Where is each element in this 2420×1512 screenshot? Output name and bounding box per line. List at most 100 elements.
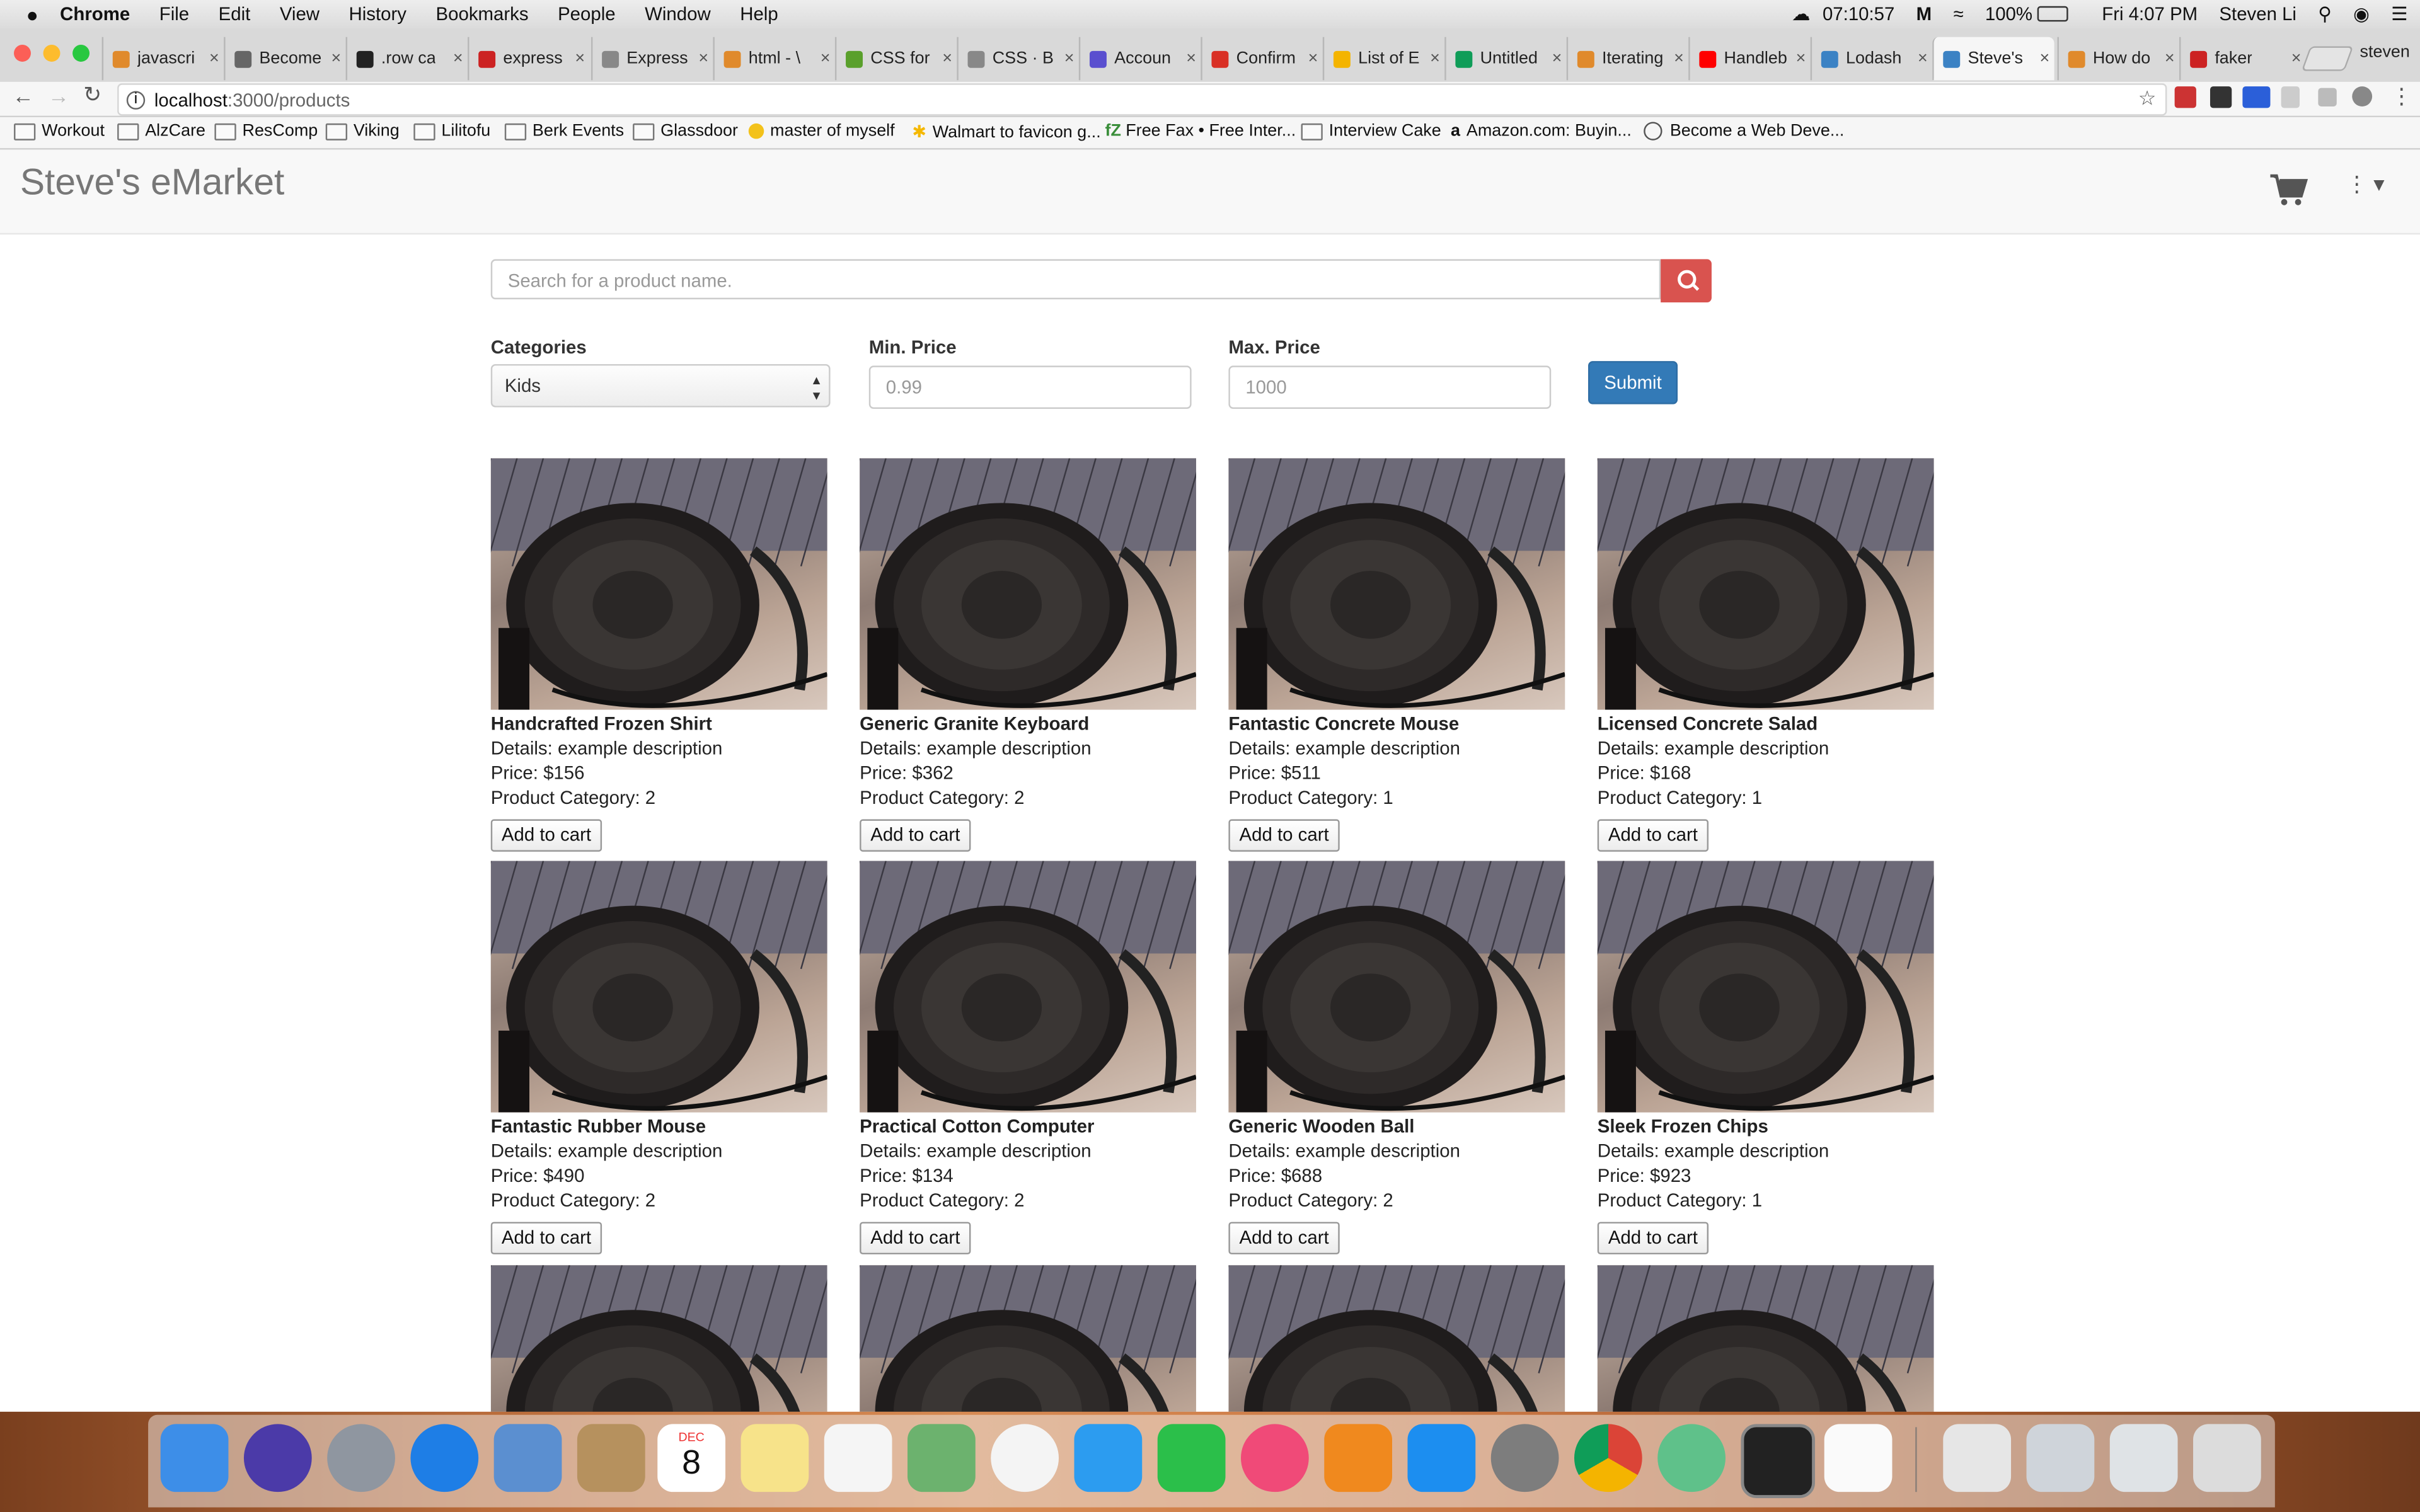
bookmark-interview-cake[interactable]: Interview Cake xyxy=(1301,122,1441,140)
browser-tab[interactable]: CSS for × xyxy=(834,37,957,81)
browser-tab[interactable]: Untitled × xyxy=(1444,37,1566,81)
product-image[interactable] xyxy=(1597,1265,1934,1412)
browser-tab[interactable]: javascri × xyxy=(101,37,224,81)
apple-icon[interactable]: ● xyxy=(26,3,38,26)
menu-window[interactable]: Window xyxy=(645,3,711,25)
window-minimize-button[interactable] xyxy=(43,45,60,62)
menu-app-name[interactable]: Chrome xyxy=(60,3,130,25)
browser-tab[interactable]: List of E × xyxy=(1322,37,1444,81)
product-image[interactable] xyxy=(1228,1265,1565,1412)
menu-file[interactable]: File xyxy=(159,3,189,25)
mail-icon[interactable] xyxy=(493,1424,562,1492)
browser-tab[interactable]: Express × xyxy=(591,37,713,81)
product-image[interactable] xyxy=(490,1265,827,1412)
menu-clock[interactable]: Fri 4:07 PM xyxy=(2102,3,2198,25)
product-image[interactable] xyxy=(860,1265,1196,1412)
menu-user[interactable]: Steven Li xyxy=(2219,3,2296,25)
product-image[interactable] xyxy=(490,861,827,1113)
window-close-button[interactable] xyxy=(14,45,31,62)
safari-icon[interactable] xyxy=(410,1424,479,1492)
menu-bookmarks[interactable]: Bookmarks xyxy=(436,3,529,25)
extension-icon[interactable] xyxy=(2210,86,2232,108)
profile-name[interactable]: steven xyxy=(2360,43,2410,62)
chrome-icon[interactable] xyxy=(1574,1424,1642,1492)
terminal-icon[interactable] xyxy=(1741,1424,1816,1498)
product-image[interactable] xyxy=(1597,458,1934,710)
bookmark-master-of-myself[interactable]: master of myself xyxy=(748,122,895,140)
add-to-cart-button[interactable]: Add to cart xyxy=(860,1222,971,1255)
add-to-cart-button[interactable]: Add to cart xyxy=(490,1222,602,1255)
bookmark-alzcare[interactable]: AlzCare xyxy=(117,122,205,140)
tab-close-icon[interactable]: × xyxy=(1674,49,1684,67)
notification-center-icon[interactable]: ☰ xyxy=(2391,3,2407,25)
tab-close-icon[interactable]: × xyxy=(1796,49,1806,67)
browser-tab[interactable]: .row ca × xyxy=(345,37,468,81)
contacts-icon[interactable] xyxy=(577,1424,645,1492)
battery-icon[interactable] xyxy=(2037,6,2068,22)
categories-select[interactable]: Kids ▲ ▼ xyxy=(490,364,831,408)
launchpad-icon[interactable] xyxy=(327,1424,395,1492)
bookmark-workout[interactable]: Workout xyxy=(14,122,105,140)
bookmark-glassdoor[interactable]: Glassdoor xyxy=(633,122,738,140)
add-to-cart-button[interactable]: Add to cart xyxy=(1228,819,1340,852)
screenshot-icon[interactable] xyxy=(2109,1424,2178,1492)
tab-close-icon[interactable]: × xyxy=(821,49,831,67)
timer-readout[interactable]: 07:10:57 xyxy=(1823,3,1894,25)
app-store-icon[interactable] xyxy=(1407,1424,1476,1492)
add-to-cart-button[interactable]: Add to cart xyxy=(1597,1222,1709,1255)
back-icon[interactable]: ← xyxy=(13,83,34,108)
browser-tab[interactable]: Steve's × xyxy=(1932,37,2054,81)
product-image[interactable] xyxy=(860,458,1196,710)
menu-people[interactable]: People xyxy=(558,3,616,25)
bookmark-web-developer[interactable]: Become a Web Deve... xyxy=(1644,122,1844,140)
tab-close-icon[interactable]: × xyxy=(331,49,341,67)
siri-icon[interactable] xyxy=(243,1424,312,1492)
product-image[interactable] xyxy=(860,861,1196,1113)
bookmark-berk-events[interactable]: Berk Events xyxy=(504,122,624,140)
battery-percent[interactable]: 100% xyxy=(1985,3,2032,25)
malwarebytes-icon[interactable]: M xyxy=(1916,3,1932,25)
site-brand[interactable]: Steve's eMarket xyxy=(20,162,285,205)
more-menu-icon[interactable]: ⋮ ▾ xyxy=(2346,171,2384,198)
maps-icon[interactable] xyxy=(908,1424,976,1492)
tab-close-icon[interactable]: × xyxy=(1308,49,1318,67)
search-button[interactable] xyxy=(1661,259,1712,303)
bookmark-rescomp[interactable]: ResComp xyxy=(214,122,318,140)
wifi-icon[interactable]: ≈ xyxy=(1953,3,1963,25)
tab-close-icon[interactable]: × xyxy=(942,49,952,67)
tab-close-icon[interactable]: × xyxy=(1918,49,1928,67)
product-image[interactable] xyxy=(490,458,827,710)
submit-button[interactable]: Submit xyxy=(1588,361,1678,404)
tab-close-icon[interactable]: × xyxy=(2165,49,2175,67)
menu-view[interactable]: View xyxy=(280,3,320,25)
forward-icon[interactable]: → xyxy=(48,83,69,108)
bookmark-amazon[interactable]: a Amazon.com: Buyin... xyxy=(1451,122,1632,140)
screenshot-icon[interactable] xyxy=(2026,1424,2095,1492)
add-to-cart-button[interactable]: Add to cart xyxy=(490,819,602,852)
browser-tab[interactable]: express × xyxy=(468,37,589,81)
max-price-input[interactable]: 1000 xyxy=(1228,365,1552,409)
product-image[interactable] xyxy=(1228,458,1565,710)
address-bar[interactable]: i localhost :3000/products ☆ xyxy=(117,83,2167,116)
reminders-icon[interactable] xyxy=(824,1424,892,1492)
spotlight-icon[interactable]: ⚲ xyxy=(2318,3,2332,25)
trash-icon[interactable] xyxy=(2193,1424,2261,1492)
siri-menu-icon[interactable]: ◉ xyxy=(2353,3,2370,25)
extension-icon[interactable] xyxy=(2352,86,2373,106)
browser-tab[interactable]: Become × xyxy=(224,37,345,81)
product-search-input[interactable]: Search for a product name. xyxy=(490,259,1661,300)
browser-tab[interactable]: CSS · B × xyxy=(957,37,1078,81)
cloud-icon[interactable]: ☁ xyxy=(1792,3,1810,25)
chrome-menu-icon[interactable]: ⋮ xyxy=(2391,83,2412,110)
cart-icon[interactable] xyxy=(2269,171,2309,209)
reload-icon[interactable]: ↻ xyxy=(83,82,101,108)
new-tab-button[interactable] xyxy=(2301,46,2354,71)
product-image[interactable] xyxy=(1228,861,1565,1113)
ibooks-icon[interactable] xyxy=(1324,1424,1392,1492)
info-icon[interactable]: i xyxy=(126,90,146,109)
browser-tab[interactable]: Lodash × xyxy=(1810,37,1932,81)
menu-edit[interactable]: Edit xyxy=(219,3,251,25)
browser-tab[interactable]: Confirm × xyxy=(1201,37,1322,81)
menu-help[interactable]: Help xyxy=(740,3,778,25)
messages-icon[interactable] xyxy=(1074,1424,1143,1492)
